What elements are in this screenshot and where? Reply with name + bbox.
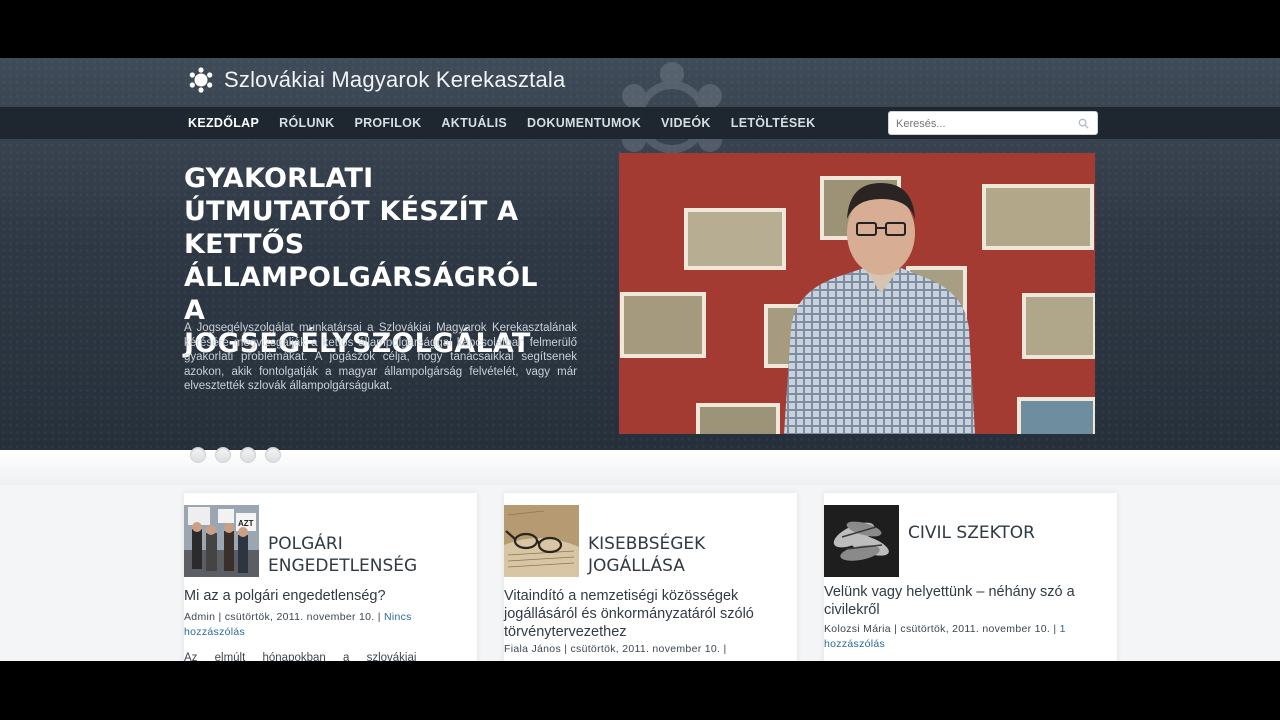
- nav-item-videók[interactable]: VIDEÓK: [661, 116, 711, 130]
- site-title: Szlovákiai Magyarok Kerekasztala: [224, 67, 566, 92]
- article-date: csütörtök, 2011. november 10.: [900, 623, 1051, 635]
- nav-item-dokumentumok[interactable]: DOKUMENTUMOK: [527, 116, 641, 130]
- nav-item-kezdőlap[interactable]: KEZDŐLAP: [188, 116, 259, 130]
- category-card-polgari: AZT POLGÁRI ENGEDETLENSÉG Mi az a polgár…: [184, 493, 477, 661]
- protest-photo[interactable]: AZT: [184, 505, 259, 577]
- nav-menu: KEZDŐLAP RÓLUNK PROFILOK AKTUÁLIS DOKUMENTUM…: [188, 107, 835, 139]
- category-heading[interactable]: CIVIL SZEKTOR: [908, 522, 1118, 544]
- category-heading[interactable]: POLGÁRI ENGEDETLENSÉG: [268, 533, 478, 577]
- article-meta: Fiala János | csütörtök, 2011. november …: [504, 643, 727, 655]
- search-input[interactable]: [894, 113, 1078, 135]
- hero-excerpt: A Jogsegélyszolgálat munkatársai a Szlov…: [184, 322, 577, 392]
- article-link[interactable]: Velünk vagy helyettünk – néhány szó a ci…: [824, 583, 1114, 619]
- slider-dots: [190, 447, 281, 463]
- slider-dot[interactable]: [190, 447, 206, 463]
- hero-photo-illustration: [619, 153, 1095, 434]
- nav-item-aktuális[interactable]: AKTUÁLIS: [441, 116, 507, 130]
- slider-dot[interactable]: [265, 447, 281, 463]
- hero-photo[interactable]: [619, 153, 1095, 434]
- article-link[interactable]: Mi az a polgári engedetlenség?: [184, 587, 474, 605]
- article-meta: Admin | csütörtök, 2011. november 10. | …: [184, 611, 412, 638]
- roundtable-logo-icon: [189, 67, 213, 93]
- search-icon[interactable]: [1078, 118, 1089, 129]
- article-date: csütörtök, 2011. november 10.: [224, 611, 375, 623]
- article-author[interactable]: Admin: [184, 611, 215, 623]
- svg-text:AZT: AZT: [238, 519, 254, 528]
- glasses-on-book-photo[interactable]: [504, 505, 579, 577]
- site-logo[interactable]: Szlovákiai Magyarok Kerekasztala: [188, 66, 565, 94]
- article-excerpt: Az elmúlt hónapokban a szlovákiai: [184, 652, 417, 661]
- nav-item-rólunk[interactable]: RÓLUNK: [279, 116, 334, 130]
- article-author[interactable]: Fiala János: [504, 643, 561, 655]
- category-card-civil: CIVIL SZEKTOR Velünk vagy helyettünk – n…: [824, 493, 1117, 661]
- main-navigation: KEZDŐLAP RÓLUNK PROFILOK AKTUÁLIS DOKUMENTUM…: [0, 107, 1280, 139]
- article-author[interactable]: Kolozsi Mária: [824, 623, 891, 635]
- slider-dot[interactable]: [215, 447, 231, 463]
- article-link[interactable]: Vitaindító a nemzetiségi közösségek jogá…: [504, 587, 794, 641]
- hands-photo[interactable]: [824, 505, 899, 577]
- article-date: csütörtök, 2011. november 10.: [570, 643, 721, 655]
- search-box: [888, 111, 1098, 135]
- nav-item-letöltések[interactable]: LETÖLTÉSEK: [731, 116, 816, 130]
- site-header: Szlovákiai Magyarok Kerekasztala KEZDŐLA…: [0, 58, 1280, 450]
- web-page: Szlovákiai Magyarok Kerekasztala KEZDŐLA…: [0, 58, 1280, 661]
- category-card-kisebbsegek: KISEBBSÉGEK JOGÁLLÁSA Vitaindító a nemze…: [504, 493, 797, 661]
- slider-dot[interactable]: [240, 447, 256, 463]
- nav-item-profilok[interactable]: PROFILOK: [354, 116, 421, 130]
- article-meta: Kolozsi Mária | csütörtök, 2011. novembe…: [824, 623, 1066, 650]
- slider-band: [0, 447, 1280, 485]
- category-heading[interactable]: KISEBBSÉGEK JOGÁLLÁSA: [588, 533, 798, 577]
